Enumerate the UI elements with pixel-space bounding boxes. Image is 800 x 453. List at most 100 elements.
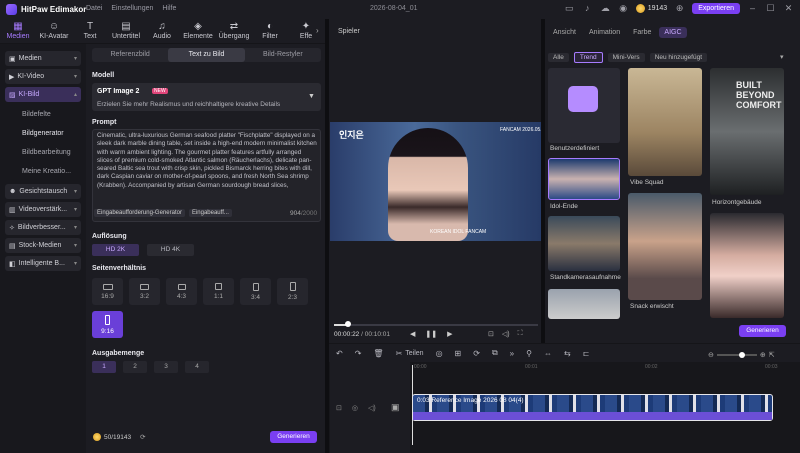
next-frame-icon[interactable]: ▶	[447, 330, 452, 338]
chevron-down-icon[interactable]: ▼	[308, 93, 315, 100]
tab-view[interactable]: Ansicht	[548, 27, 581, 38]
credits-pill[interactable]: 19143	[635, 4, 667, 13]
tool-media[interactable]: ▦ Medien	[0, 19, 36, 43]
mode-text-to-image[interactable]: Text zu Bild	[168, 48, 245, 62]
tool-elements[interactable]: ◈ Elemente	[180, 19, 216, 43]
generate-aigc-button[interactable]: Generieren	[739, 325, 786, 337]
nav-ai-video[interactable]: ▶ KI-Video ▾	[5, 69, 81, 84]
fullscreen-icon[interactable]: ⛶	[518, 330, 523, 338]
mode-reference-image[interactable]: Referenzbild	[92, 48, 168, 62]
tool-audio[interactable]: ♫ Audio	[144, 19, 180, 43]
crop-icon[interactable]: ⊡	[488, 330, 494, 338]
delete-icon[interactable]: 🗑	[373, 349, 383, 358]
link-icon[interactable]: ⇔	[544, 349, 552, 358]
prompt-text[interactable]: Cinematic, ultra-luxurious German seafoo…	[97, 132, 317, 190]
ratio-1-1[interactable]: 1:1	[203, 278, 234, 305]
volume-icon[interactable]: ◁)	[502, 330, 510, 338]
mic-icon[interactable]: ⚲	[526, 349, 532, 358]
res-4k[interactable]: HD 4K	[147, 244, 194, 256]
thumb-vibe-squad[interactable]	[628, 68, 702, 176]
zoom-out-icon[interactable]: ⊖	[708, 351, 714, 359]
nav-media[interactable]: ▣ Medien ▾	[5, 51, 81, 66]
chevron-right-icon[interactable]: ›	[316, 19, 325, 43]
minimize-icon[interactable]: –	[747, 3, 758, 14]
lock-icon[interactable]: ⊡	[336, 404, 342, 412]
tool-filter[interactable]: ◐ Filter	[252, 19, 288, 43]
thumb-portrait[interactable]	[710, 213, 784, 318]
maximize-icon[interactable]: ☐	[765, 3, 776, 14]
ratio-9-16[interactable]: 9:16	[92, 311, 123, 338]
sub-my-creations[interactable]: Meine Kreatio...	[0, 162, 86, 181]
thumb-extra[interactable]	[548, 289, 620, 319]
output-2[interactable]: 2	[123, 361, 147, 373]
nav-smart-tools[interactable]: ◧ Intelligente B... ▾	[5, 256, 81, 271]
close-icon[interactable]: ✕	[783, 3, 794, 14]
duplicate-icon[interactable]: ⧉	[492, 348, 498, 358]
sub-image-elements[interactable]: Bildefelte	[0, 105, 86, 124]
menu-file[interactable]: Datei	[86, 5, 102, 12]
mode-image-restyler[interactable]: Bild-Restyler	[245, 48, 321, 62]
eye-icon[interactable]: ◎	[352, 404, 358, 412]
res-2k[interactable]: HD 2K	[92, 244, 139, 256]
rotate-icon[interactable]: ⟳	[473, 349, 480, 358]
timeline-ruler[interactable]: 00:00 00:01 00:02 00:03	[412, 363, 800, 373]
tool-transition[interactable]: ⇄ Übergang	[216, 19, 252, 43]
ratio-2-3[interactable]: 2:3	[277, 278, 308, 305]
feedback-icon[interactable]: ▭	[564, 3, 575, 14]
playback-progress[interactable]	[334, 324, 538, 326]
filter-trend[interactable]: Trend	[573, 52, 603, 63]
pause-icon[interactable]: ❚❚	[425, 330, 437, 338]
ratio-16-9[interactable]: 16:9	[92, 278, 123, 305]
prompt-preset-button[interactable]: Eingabeauff...	[188, 209, 232, 217]
output-4[interactable]: 4	[185, 361, 209, 373]
nav-face-swap[interactable]: ☻ Gesichtstausch ▾	[5, 184, 81, 199]
tool-text[interactable]: T Text	[72, 19, 108, 43]
zoom-handle[interactable]	[738, 352, 745, 358]
nav-ai-image[interactable]: ▨ KI-Bild ▴	[5, 87, 81, 102]
thumb-snack-caught[interactable]	[628, 193, 702, 300]
ratio-4-3[interactable]: 4:3	[166, 278, 197, 305]
tab-animation[interactable]: Animation	[584, 27, 625, 38]
tool-ai-avatar[interactable]: ☺ KI-Avatar	[36, 19, 72, 43]
tab-aigc[interactable]: AIGC	[659, 27, 687, 38]
bell-icon[interactable]: ♪	[582, 3, 593, 14]
prev-frame-icon[interactable]: ◀	[410, 330, 415, 338]
sub-image-generator[interactable]: Bildgenerator	[0, 124, 86, 143]
refresh-icon[interactable]: ⟳	[140, 433, 145, 441]
zoom-in-icon[interactable]: ⊕	[760, 351, 766, 359]
filter-new[interactable]: Neu hinzugefügt	[649, 53, 708, 62]
tool-subtitles[interactable]: ▤ Untertitel	[108, 19, 144, 43]
nav-video-enhancer[interactable]: ▥ Videoverstärk... ▾	[5, 202, 81, 217]
output-1[interactable]: 1	[92, 361, 116, 373]
ratio-3-4[interactable]: 3:4	[240, 278, 271, 305]
swap-icon[interactable]: ⇆	[564, 349, 571, 358]
generate-button[interactable]: Generieren	[270, 431, 317, 443]
nav-image-enhancer[interactable]: ✧ Bildverbesser... ▾	[5, 220, 81, 235]
output-3[interactable]: 3	[154, 361, 178, 373]
filter-all[interactable]: Alle	[548, 53, 569, 62]
menu-settings[interactable]: Einstellungen	[111, 5, 153, 12]
ratio-3-2[interactable]: 3:2	[129, 278, 160, 305]
zoom-slider[interactable]	[716, 352, 757, 358]
fit-icon[interactable]: ⇱	[769, 351, 775, 359]
add-credits-icon[interactable]: ⊕	[674, 3, 685, 14]
undo-icon[interactable]: ↶	[336, 349, 343, 358]
filter-mini[interactable]: Mini-Vers	[607, 53, 645, 62]
speed-icon[interactable]: »	[510, 349, 514, 358]
snap-icon[interactable]: ⊏	[583, 349, 590, 358]
redo-icon[interactable]: ↷	[355, 349, 362, 358]
menu-help[interactable]: Hilfe	[162, 5, 176, 12]
mask-icon[interactable]: ◎	[436, 349, 443, 358]
chevron-down-icon[interactable]: ▾	[780, 53, 784, 61]
tab-color[interactable]: Farbe	[628, 27, 656, 38]
text-tool-icon[interactable]: ⊞	[455, 349, 462, 358]
thumb-stand-camera[interactable]	[548, 216, 620, 271]
cloud-icon[interactable]: ☁	[600, 3, 611, 14]
mute-icon[interactable]: ◁)	[368, 404, 376, 412]
prompt-generator-button[interactable]: Eingabeaufforderung-Generator	[94, 209, 185, 217]
sub-image-editing[interactable]: Bildbearbeitung	[0, 143, 86, 162]
export-button[interactable]: Exportieren	[692, 3, 740, 14]
split-button[interactable]: ✂ Teilen	[396, 349, 424, 358]
thumb-idol-end[interactable]	[548, 158, 620, 200]
avatar[interactable]: ◉	[618, 3, 629, 14]
